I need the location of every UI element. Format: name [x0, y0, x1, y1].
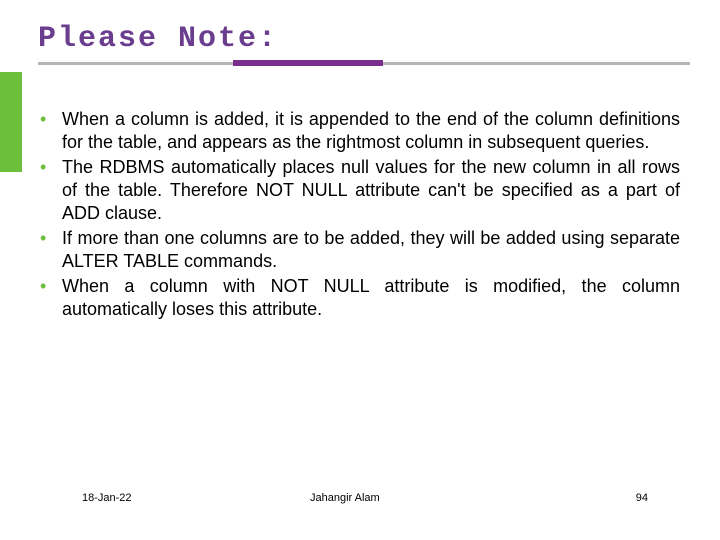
bullet-list: When a column is added, it is appended t… [38, 108, 680, 321]
title-area: Please Note: [38, 22, 690, 68]
list-item: If more than one columns are to be added… [38, 227, 680, 273]
footer: 18-Jan-22 Jahangir Alam 94 [0, 492, 720, 510]
footer-page-number: 94 [636, 492, 648, 504]
footer-author: Jahangir Alam [310, 492, 380, 504]
list-item: When a column with NOT NULL attribute is… [38, 275, 680, 321]
left-accent-block [0, 72, 22, 172]
title-underline [38, 62, 690, 68]
list-item: The RDBMS automatically places null valu… [38, 156, 680, 225]
footer-date: 18-Jan-22 [82, 492, 132, 504]
slide: Please Note: When a column is added, it … [0, 0, 720, 540]
content-area: When a column is added, it is appended t… [38, 108, 680, 323]
list-item: When a column is added, it is appended t… [38, 108, 680, 154]
underline-purple [233, 60, 383, 66]
slide-title: Please Note: [38, 22, 690, 56]
